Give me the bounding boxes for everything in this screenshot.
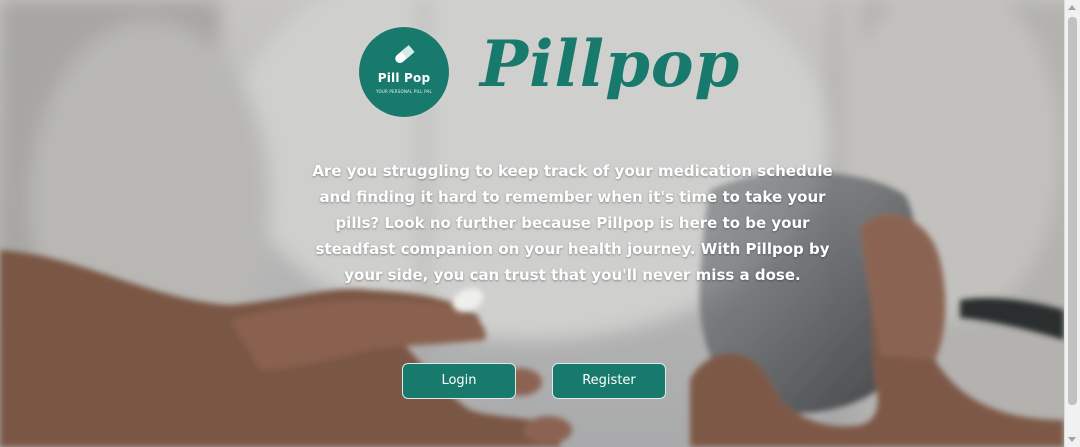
landing-page: Pill Pop YOUR PERSONAL PILL PAL Pillpop … (0, 0, 1080, 447)
login-button[interactable]: Login (402, 363, 516, 399)
register-button[interactable]: Register (552, 363, 666, 399)
intro-paragraph: Are you struggling to keep track of your… (312, 162, 833, 284)
scrollbar-thumb[interactable] (1068, 17, 1077, 405)
vertical-scrollbar[interactable] (1064, 0, 1080, 447)
scroll-down-arrow-icon[interactable] (1068, 437, 1076, 442)
brand-title: Pillpop (480, 27, 741, 102)
pillpop-logo: Pill Pop YOUR PERSONAL PILL PAL (359, 27, 449, 117)
pill-capsule-icon (395, 45, 415, 64)
logo-tagline: YOUR PERSONAL PILL PAL (376, 89, 432, 94)
scroll-up-arrow-icon[interactable] (1068, 5, 1076, 10)
logo-text: Pill Pop (377, 71, 431, 85)
